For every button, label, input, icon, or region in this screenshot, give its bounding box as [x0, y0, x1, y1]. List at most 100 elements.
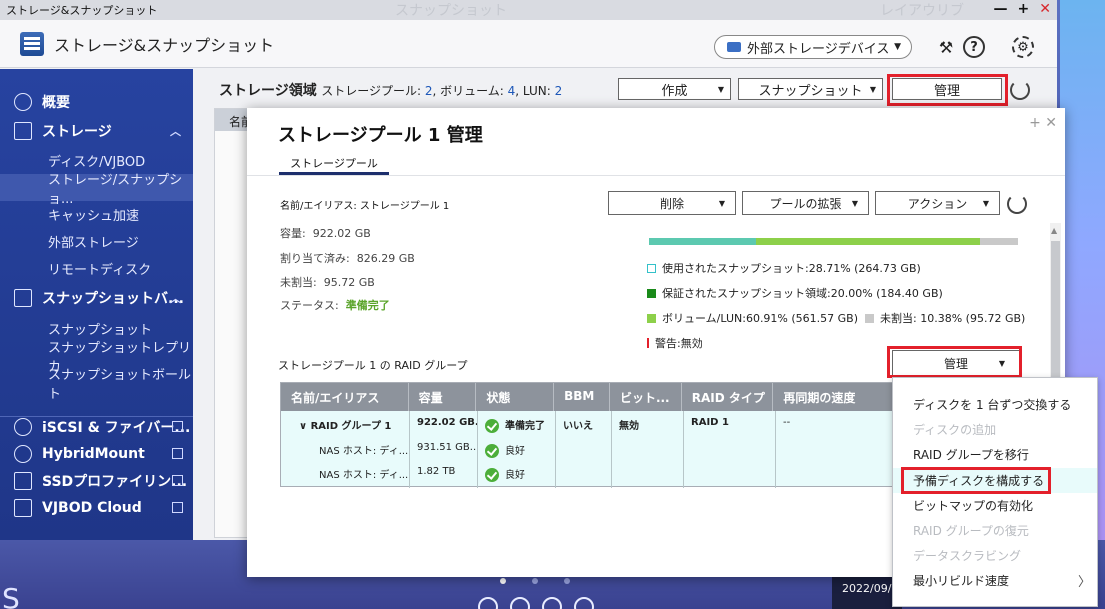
external-storage-device-button[interactable]: 外部ストレージデバイス ▼: [714, 35, 912, 59]
raid-group-section-label: ストレージプール 1 の RAID グループ: [278, 359, 468, 372]
taskbar-icon-3[interactable]: [542, 597, 562, 609]
close-icon[interactable]: ✕: [1045, 115, 1057, 131]
menu-item-restore-raid: RAID グループの復元: [913, 524, 1029, 538]
tools-icon[interactable]: ⚒: [935, 36, 957, 58]
col-header-bbm[interactable]: BBM: [554, 383, 610, 411]
snapshot-button[interactable]: スナップショット ▼: [738, 78, 883, 100]
window-title: ストレージ&スナップショット: [6, 4, 158, 17]
window-titlebar[interactable]: ストレージ&スナップショット スナップショット レイアウリブ — + ✕: [0, 0, 1057, 20]
sidebar-item-storage[interactable]: ストレージ ︿: [0, 117, 193, 144]
chevron-down-icon[interactable]: ∨: [299, 421, 307, 432]
col-header-status[interactable]: 状態: [476, 383, 555, 411]
vjbod-cloud-icon: [14, 498, 32, 517]
database-icon: [14, 121, 32, 140]
sidebar: 概要 ストレージ ︿ ディスク/VJBOD ストレージ/スナップショ... キャッ…: [0, 69, 193, 540]
sidebar-item-storage-snapshot[interactable]: ストレージ/スナップショ...: [0, 173, 193, 207]
page-indicator[interactable]: [500, 578, 570, 584]
create-button[interactable]: 作成 ▼: [618, 78, 731, 100]
table-header: 名前/エイリアス 容量 状態 BBM ビット... RAID タイプ 再同期の速…: [281, 383, 899, 411]
gear-icon[interactable]: ⚙: [1012, 36, 1034, 58]
ok-check-icon: [485, 419, 499, 433]
col-header-bitmap[interactable]: ビット...: [610, 383, 682, 411]
dialog-controls: + ✕: [1029, 115, 1057, 131]
refresh-icon[interactable]: [1007, 194, 1027, 214]
sidebar-item-vjbod-cloud[interactable]: VJBOD Cloud: [0, 494, 193, 521]
taskbar-icon-4[interactable]: [574, 597, 594, 609]
usb-drive-icon: [727, 42, 741, 52]
legend-swatch-volume: [647, 313, 656, 323]
caret-down-icon: ▼: [894, 42, 901, 52]
scroll-up-icon[interactable]: ▲: [1051, 226, 1057, 235]
external-link-icon: [172, 448, 183, 459]
ok-check-icon: [485, 444, 499, 458]
legend-volume: ボリューム/LUN:60.91% (561.57 GB) 未割当: 10.38%…: [647, 310, 1025, 326]
sidebar-item-external-storage[interactable]: 外部ストレージ: [0, 228, 193, 255]
menu-item-data-scrubbing: データスクラビング: [913, 549, 1022, 563]
ghost-title-left: スナップショット: [395, 3, 507, 19]
col-header-capacity[interactable]: 容量: [409, 383, 477, 411]
sidebar-item-hybridmount[interactable]: HybridMount: [0, 440, 193, 467]
caret-down-icon: ▼: [717, 84, 724, 94]
usage-bar-volume: [756, 238, 980, 245]
sidebar-item-snapshot-backup[interactable]: スナップショットバ... ︿: [0, 284, 193, 311]
warning-marker: [647, 338, 649, 348]
sidebar-item-cache[interactable]: キャッシュ加速: [0, 201, 193, 228]
close-icon[interactable]: ✕: [1039, 1, 1051, 17]
storage-app-icon: [20, 31, 44, 56]
legend-snapshot: 使用されたスナップショット:28.71% (264.73 GB): [647, 260, 921, 276]
sidebar-item-iscsi[interactable]: iSCSI & ファイバー...: [0, 413, 193, 440]
taskbar-icon-2[interactable]: [510, 597, 530, 609]
taskbar-icons[interactable]: [478, 597, 594, 609]
raid-group-table: 名前/エイリアス 容量 状態 BBM ビット... RAID タイプ 再同期の速…: [280, 382, 901, 488]
legend-reserved: 保証されたスナップショット領域:20.00% (184.40 GB): [647, 285, 943, 301]
allocated-label: 割り当て済み: 826.29 GB: [280, 252, 415, 265]
menu-item-enable-bitmap[interactable]: ビットマップの有効化: [893, 493, 1097, 518]
menu-item-add-disk: ディスクの追加: [913, 423, 997, 437]
caret-down-icon: ▼: [851, 198, 858, 208]
pool-usage-bar: [649, 238, 1018, 245]
sidebar-item-ssd-profiling[interactable]: SSDプロファイリン...: [0, 467, 193, 494]
legend-swatch-unallocated: [865, 313, 875, 323]
menu-item-migrate-raid[interactable]: RAID グループを移行: [893, 442, 1097, 467]
refresh-icon[interactable]: [1010, 80, 1030, 100]
cloud-icon: [14, 444, 32, 463]
legend-warning: 警告:無効: [647, 335, 703, 351]
chevron-up-icon: ︿: [170, 124, 181, 138]
maximize-icon[interactable]: +: [1018, 1, 1030, 17]
delete-button[interactable]: 削除 ▼: [608, 191, 736, 215]
caret-down-icon: ▼: [869, 84, 876, 94]
action-button[interactable]: アクション ▼: [875, 191, 1000, 215]
highlight-configure-spare: [901, 467, 1051, 494]
help-icon[interactable]: ?: [963, 36, 985, 58]
sidebar-item-snapshot-vault[interactable]: スナップショットボールト: [0, 368, 193, 402]
page-title: ストレージ領域 ストレージプール: 2, ボリューム: 4, LUN: 2: [219, 83, 563, 99]
legend-swatch-reserved: [647, 288, 656, 298]
menu-item-min-rebuild-speed[interactable]: 最小リビルド速度〉: [893, 568, 1097, 593]
iscsi-icon: [14, 417, 32, 436]
status-label: ステータス: 準備完了: [280, 299, 390, 312]
sidebar-item-overview[interactable]: 概要: [0, 88, 193, 115]
desktop-glyph: S: [2, 582, 20, 609]
col-header-raid-type[interactable]: RAID タイプ: [682, 383, 774, 411]
expand-pool-button[interactable]: プールの拡張 ▼: [742, 191, 869, 215]
sidebar-item-remote-disk[interactable]: リモートディスク: [0, 255, 193, 282]
gauge-icon: [14, 92, 32, 111]
legend-swatch-snapshot: [647, 263, 656, 273]
caret-down-icon: ▼: [718, 198, 725, 208]
table-row[interactable]: NAS ホスト: ディ... 931.51 GB... 良好: [281, 442, 901, 458]
app-title: ストレージ&スナップショット: [54, 35, 275, 55]
dialog-title: ストレージプール 1 管理: [278, 125, 483, 146]
external-link-icon: [172, 421, 183, 432]
menu-item-replace-disks[interactable]: ディスクを 1 台ずつ交換する: [893, 392, 1097, 417]
taskbar-icon-1[interactable]: [478, 597, 498, 609]
external-link-icon: [172, 502, 183, 513]
tab-storage-pool[interactable]: ストレージプール: [279, 153, 389, 175]
minimize-icon[interactable]: —: [994, 1, 1008, 17]
ssd-icon: [14, 471, 32, 490]
table-row[interactable]: ∨ RAID グループ 1 922.02 GB... 準備完了 いいえ 無効 R…: [281, 417, 901, 433]
maximize-icon[interactable]: +: [1029, 115, 1041, 131]
ghost-title-right: レイアウリブ: [880, 3, 964, 19]
col-header-name[interactable]: 名前/エイリアス: [281, 383, 409, 411]
table-row[interactable]: NAS ホスト: ディ... 1.82 TB 良好: [281, 466, 901, 482]
col-header-resync[interactable]: 再同期の速度: [773, 383, 899, 411]
